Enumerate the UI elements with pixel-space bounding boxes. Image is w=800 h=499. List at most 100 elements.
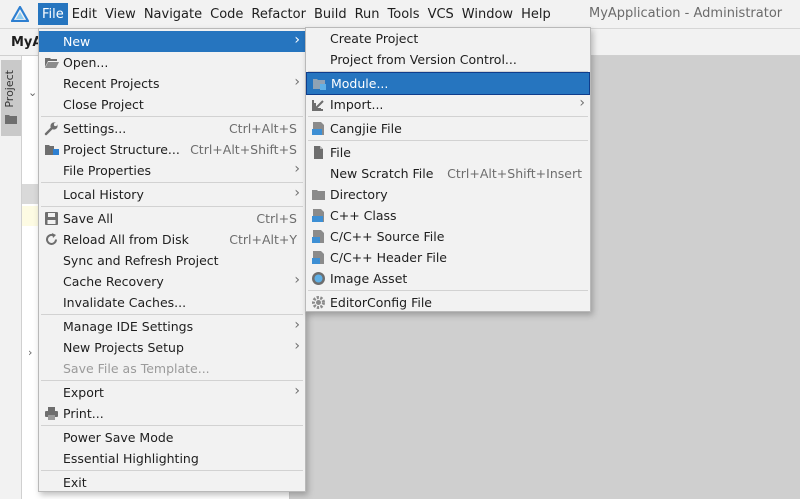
menu-item-label: Save File as Template... — [63, 361, 210, 376]
menu-item-label: Project from Version Control... — [330, 52, 517, 67]
new-menu-item-file[interactable]: File — [306, 142, 590, 163]
menu-item-label: Recent Projects — [63, 76, 160, 91]
menu-bar: File Edit View Navigate Code Refactor Bu… — [0, 0, 800, 29]
tool-window-strip: Project — [0, 56, 22, 499]
menu-item-label: New Scratch File — [330, 166, 434, 181]
project-tool-tab[interactable]: Project — [1, 60, 21, 136]
chevron-right-icon: › — [294, 383, 300, 399]
menu-item-label: Cache Recovery — [63, 274, 164, 289]
module-folder-icon — [312, 76, 327, 91]
chevron-right-icon: › — [294, 338, 300, 354]
chevron-down-icon[interactable]: ⌄ — [28, 86, 37, 99]
new-menu-item-cpp-class[interactable]: C++ Class — [306, 205, 590, 226]
file-menu-item-save-all[interactable]: Save All Ctrl+S — [39, 208, 305, 229]
file-menu-item-new[interactable]: New › — [39, 31, 305, 52]
app-logo-icon — [10, 4, 30, 24]
menu-separator — [41, 425, 303, 426]
new-menu-item-cpp-header-file[interactable]: C/C++ Header File — [306, 247, 590, 268]
new-menu-item-import[interactable]: Import... › — [306, 94, 590, 115]
file-menu-item-invalidate-caches[interactable]: Invalidate Caches... — [39, 292, 305, 313]
chevron-right-icon: › — [294, 185, 300, 201]
menu-navigate[interactable]: Navigate — [140, 3, 206, 25]
file-menu-item-open[interactable]: Open... — [39, 52, 305, 73]
new-menu-item-editorconfig-file[interactable]: EditorConfig File — [306, 292, 590, 313]
menu-window[interactable]: Window — [458, 3, 517, 25]
menu-item-label: Create Project — [330, 31, 419, 46]
import-icon — [311, 97, 326, 112]
file-menu-item-exit[interactable]: Exit — [39, 472, 305, 493]
menu-item-label: File — [330, 145, 351, 160]
new-menu-item-directory[interactable]: Directory — [306, 184, 590, 205]
menu-item-label: Close Project — [63, 97, 144, 112]
file-menu-item-new-projects-setup[interactable]: New Projects Setup › — [39, 337, 305, 358]
new-menu-item-new-scratch-file[interactable]: New Scratch File Ctrl+Alt+Shift+Insert — [306, 163, 590, 184]
menu-code[interactable]: Code — [206, 3, 247, 25]
open-folder-icon — [44, 55, 59, 70]
new-menu-item-module[interactable]: Module... — [306, 72, 590, 95]
menu-item-label: Sync and Refresh Project — [63, 253, 219, 268]
menu-separator — [308, 116, 588, 117]
chevron-right-icon: › — [294, 32, 300, 48]
menu-tools[interactable]: Tools — [384, 3, 424, 25]
file-menu-item-settings[interactable]: Settings... Ctrl+Alt+S — [39, 118, 305, 139]
refresh-icon — [44, 232, 59, 247]
menu-item-label: File Properties — [63, 163, 152, 178]
image-asset-icon — [311, 271, 326, 286]
new-submenu: Create Project Project from Version Cont… — [305, 27, 591, 312]
menu-item-label: C/C++ Source File — [330, 229, 445, 244]
cpp-class-icon — [311, 208, 326, 223]
menu-item-label: Settings... — [63, 121, 127, 136]
file-menu-item-file-properties[interactable]: File Properties › — [39, 160, 305, 181]
menu-item-label: Print... — [63, 406, 104, 421]
file-menu-item-print[interactable]: Print... — [39, 403, 305, 424]
file-menu-item-recent-projects[interactable]: Recent Projects › — [39, 73, 305, 94]
menu-edit[interactable]: Edit — [68, 3, 101, 25]
menu-run[interactable]: Run — [351, 3, 384, 25]
menu-item-label: Local History — [63, 187, 144, 202]
file-menu-item-local-history[interactable]: Local History › — [39, 184, 305, 205]
menu-separator — [41, 182, 303, 183]
file-menu-item-reload-all[interactable]: Reload All from Disk Ctrl+Alt+Y — [39, 229, 305, 250]
menu-item-label: Essential Highlighting — [63, 451, 199, 466]
file-menu-item-sync-refresh[interactable]: Sync and Refresh Project — [39, 250, 305, 271]
menu-separator — [41, 380, 303, 381]
menu-item-label: EditorConfig File — [330, 295, 432, 310]
gear-icon — [311, 295, 326, 310]
window-title: MyApplication - Administrator — [589, 6, 783, 21]
save-icon — [44, 211, 59, 226]
menu-build[interactable]: Build — [310, 3, 351, 25]
printer-icon — [44, 406, 59, 421]
file-menu-item-essential-highlighting[interactable]: Essential Highlighting — [39, 448, 305, 469]
menu-file[interactable]: File — [38, 3, 68, 25]
cpp-source-file-icon — [311, 229, 326, 244]
new-menu-item-cpp-source-file[interactable]: C/C++ Source File — [306, 226, 590, 247]
menu-item-label: Save All — [63, 211, 114, 226]
file-menu-item-project-structure[interactable]: Project Structure... Ctrl+Alt+Shift+S — [39, 139, 305, 160]
menu-item-label: C/C++ Header File — [330, 250, 447, 265]
file-menu-item-manage-ide-settings[interactable]: Manage IDE Settings › — [39, 316, 305, 337]
menu-item-label: New — [63, 34, 91, 49]
cpp-header-file-icon — [311, 250, 326, 265]
menu-help[interactable]: Help — [517, 3, 555, 25]
file-menu-item-close-project[interactable]: Close Project — [39, 94, 305, 115]
file-menu-item-export[interactable]: Export › — [39, 382, 305, 403]
file-menu-item-power-save-mode[interactable]: Power Save Mode — [39, 427, 305, 448]
menu-item-label: Directory — [330, 187, 388, 202]
new-menu-item-cangjie-file[interactable]: Cangjie File — [306, 118, 590, 139]
menu-separator — [308, 290, 588, 291]
menu-refactor[interactable]: Refactor — [247, 3, 310, 25]
menu-item-label: Open... — [63, 55, 109, 70]
menu-item-label: C++ Class — [330, 208, 397, 223]
new-menu-item-image-asset[interactable]: Image Asset — [306, 268, 590, 289]
file-menu-item-cache-recovery[interactable]: Cache Recovery › — [39, 271, 305, 292]
menu-separator — [41, 206, 303, 207]
menu-vcs[interactable]: VCS — [424, 3, 458, 25]
menu-view[interactable]: View — [101, 3, 140, 25]
menu-separator — [41, 116, 303, 117]
new-menu-item-create-project[interactable]: Create Project — [306, 28, 590, 49]
chevron-right-icon[interactable]: › — [28, 346, 32, 359]
menu-item-shortcut: Ctrl+Alt+Shift+Insert — [447, 166, 582, 181]
menu-item-label: New Projects Setup — [63, 340, 184, 355]
file-icon — [311, 145, 326, 160]
new-menu-item-project-from-vcs[interactable]: Project from Version Control... — [306, 49, 590, 70]
